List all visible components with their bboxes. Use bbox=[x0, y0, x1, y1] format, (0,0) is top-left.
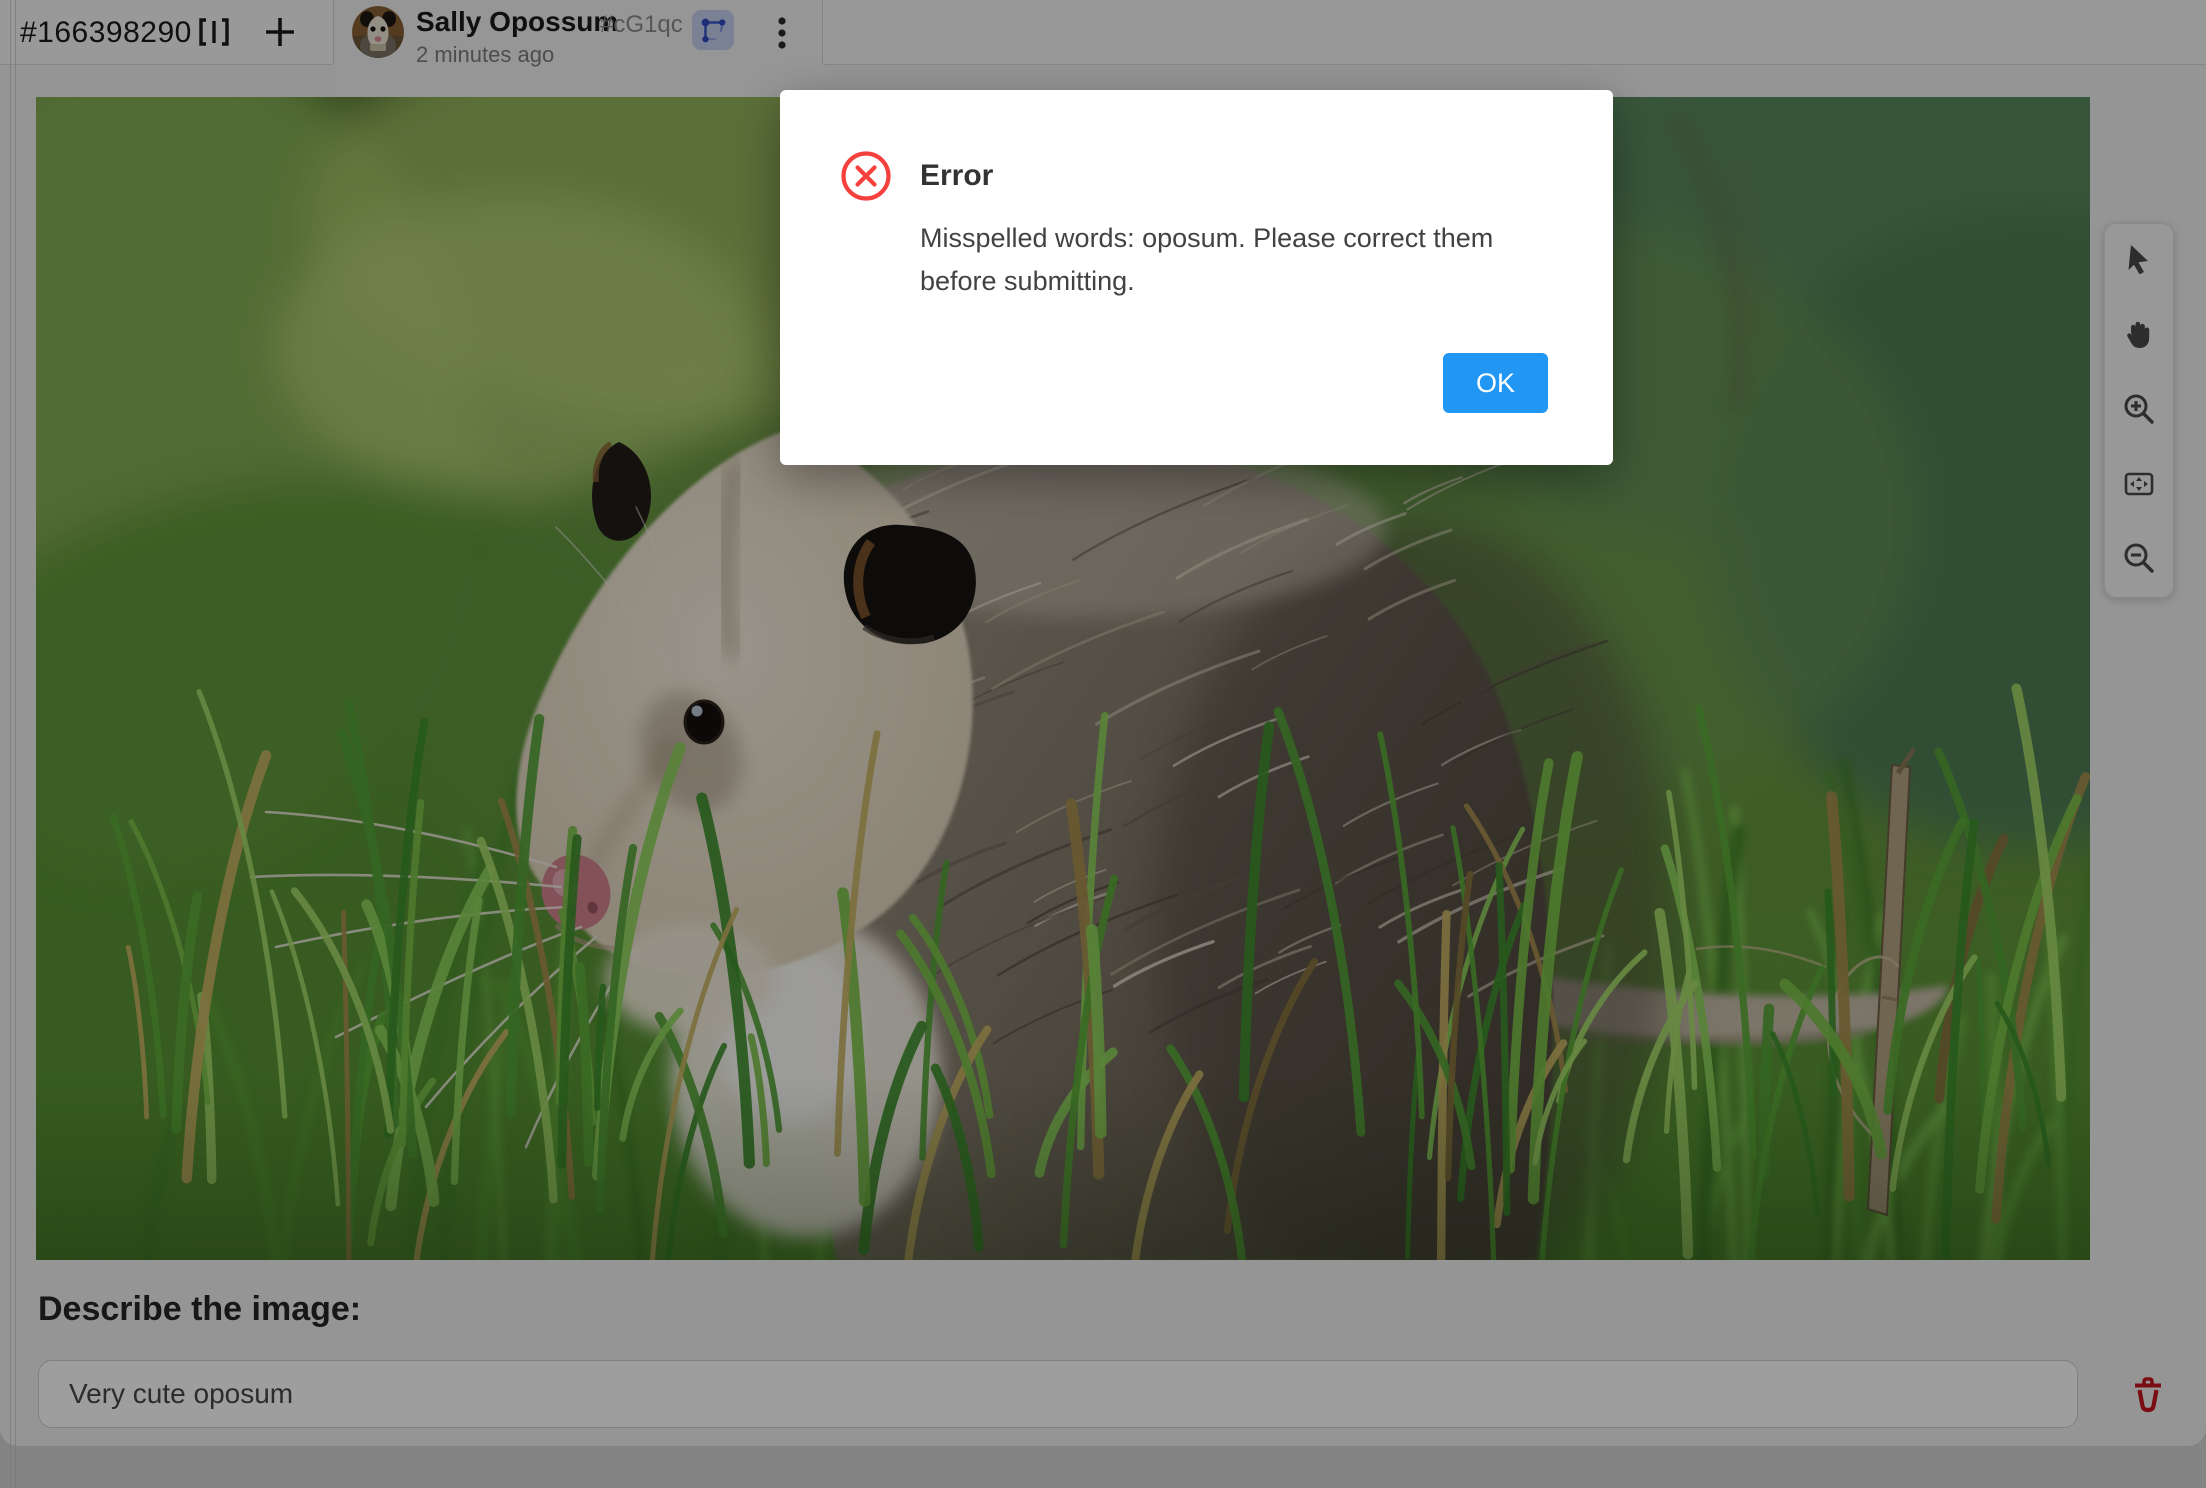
dialog-message: Misspelled words: oposum. Please correct… bbox=[920, 217, 1568, 303]
error-circle-x-icon bbox=[840, 150, 892, 202]
app-window: #166398290 bbox=[0, 0, 2206, 1488]
error-dialog: Error Misspelled words: oposum. Please c… bbox=[780, 90, 1613, 465]
ok-button[interactable]: OK bbox=[1443, 353, 1548, 413]
dialog-title: Error bbox=[920, 150, 993, 202]
